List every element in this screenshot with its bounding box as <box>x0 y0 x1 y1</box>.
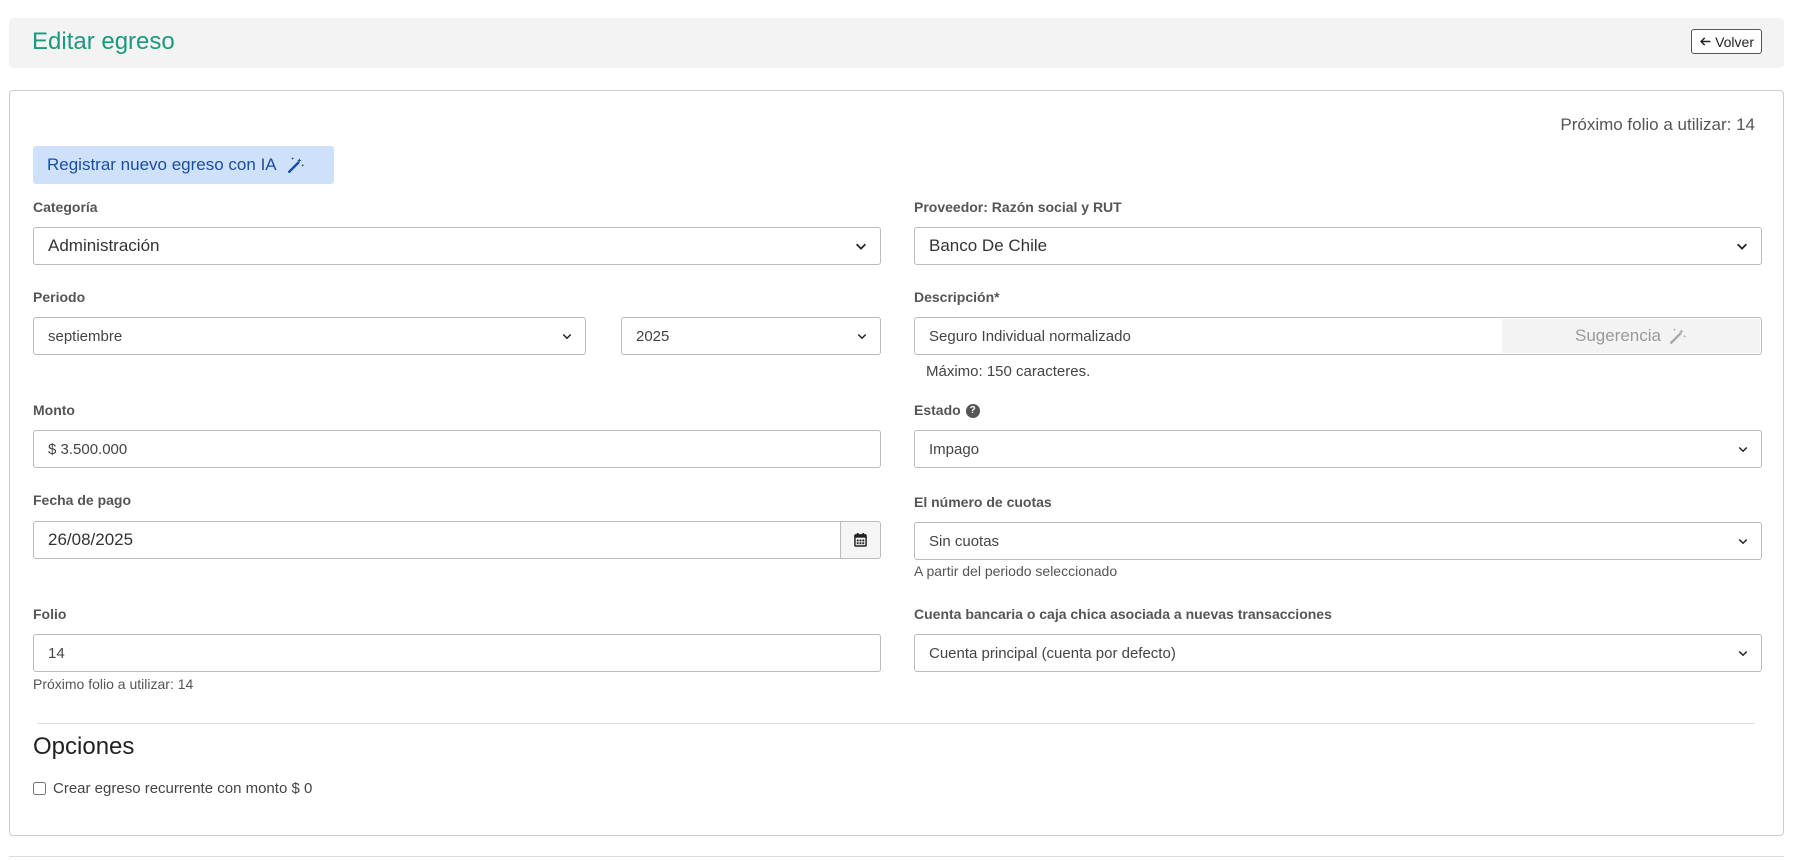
periodo-year-select[interactable]: 2025 <box>621 317 881 355</box>
folio-help: Próximo folio a utilizar: 14 <box>33 676 194 692</box>
next-folio-info: Próximo folio a utilizar: 14 <box>1560 115 1755 134</box>
page-bottom-divider <box>9 856 1784 857</box>
options-title: Opciones <box>33 733 135 760</box>
periodo-label: Periodo <box>33 289 86 305</box>
register-with-ai-button[interactable]: Registrar nuevo egreso con IA <box>33 146 334 184</box>
descripcion-value: Seguro Individual normalizado <box>929 327 1131 345</box>
suggest-label: Sugerencia <box>1574 326 1661 345</box>
descripcion-help: Máximo: 150 caracteres. <box>926 363 1091 380</box>
chevron-down-icon <box>1738 538 1748 545</box>
chevron-down-icon <box>1737 243 1747 250</box>
page-header: Editar egreso Volver <box>9 18 1784 68</box>
cuotas-label: El número de cuotas <box>914 494 1052 510</box>
cuenta-select[interactable]: Cuenta principal (cuenta por defecto) <box>914 634 1762 672</box>
monto-value: $ 3.500.000 <box>48 440 128 458</box>
register-with-ai-label: Registrar nuevo egreso con IA <box>47 155 277 174</box>
periodo-month-select[interactable]: septiembre <box>33 317 586 355</box>
categoria-select[interactable]: Administración <box>33 227 881 265</box>
fecha-pago-value: 26/08/2025 <box>48 530 134 549</box>
recurring-checkbox[interactable] <box>33 782 46 795</box>
descripcion-label: Descripción* <box>914 289 1000 305</box>
section-divider <box>37 723 1755 724</box>
calendar-button[interactable] <box>840 521 881 559</box>
question-circle-icon[interactable]: ? <box>965 404 980 419</box>
chevron-down-icon <box>1738 446 1748 453</box>
magic-wand-icon <box>287 157 304 173</box>
page-title: Editar egreso <box>32 28 175 55</box>
estado-label: Estado? <box>914 402 980 419</box>
fecha-pago-input[interactable]: 26/08/2025 <box>33 521 841 559</box>
periodo-month-value: septiembre <box>48 327 123 345</box>
estado-value: Impago <box>929 440 980 458</box>
expense-form-card: Próximo folio a utilizar: 14 Registrar n… <box>9 90 1784 836</box>
cuotas-help: A partir del periodo seleccionado <box>914 563 1118 579</box>
folio-label: Folio <box>33 606 67 622</box>
descripcion-input[interactable]: Seguro Individual normalizado Sugerencia <box>914 317 1762 355</box>
periodo-year-value: 2025 <box>636 327 670 345</box>
back-button[interactable]: Volver <box>1691 29 1762 54</box>
chevron-down-icon <box>857 333 867 340</box>
arrow-left-icon <box>1700 37 1711 46</box>
fecha-pago-label: Fecha de pago <box>33 492 132 508</box>
calendar-icon <box>854 533 867 547</box>
cuenta-label: Cuenta bancaria o caja chica asociada a … <box>914 606 1332 622</box>
magic-wand-icon <box>1670 328 1687 344</box>
monto-label: Monto <box>33 402 75 418</box>
folio-input[interactable]: 14 <box>33 634 881 672</box>
cuotas-value: Sin cuotas <box>929 532 1000 550</box>
folio-value: 14 <box>48 644 65 662</box>
monto-input[interactable]: $ 3.500.000 <box>33 430 881 468</box>
estado-select[interactable]: Impago <box>914 430 1762 468</box>
recurring-label: Crear egreso recurrente con monto $ 0 <box>53 780 313 797</box>
proveedor-select[interactable]: Banco De Chile <box>914 227 1762 265</box>
proveedor-value: Banco De Chile <box>929 236 1048 255</box>
suggest-button[interactable]: Sugerencia <box>1502 319 1760 353</box>
categoria-value: Administración <box>48 236 160 255</box>
back-button-label: Volver <box>1715 33 1754 50</box>
recurring-option[interactable]: Crear egreso recurrente con monto $ 0 <box>33 780 312 797</box>
proveedor-label: Proveedor: Razón social y RUT <box>914 199 1122 215</box>
categoria-label: Categoría <box>33 199 98 215</box>
chevron-down-icon <box>562 333 572 340</box>
cuotas-select[interactable]: Sin cuotas <box>914 522 1762 560</box>
cuenta-value: Cuenta principal (cuenta por defecto) <box>929 644 1176 662</box>
estado-label-text: Estado <box>914 402 961 418</box>
chevron-down-icon <box>856 243 866 250</box>
chevron-down-icon <box>1738 650 1748 657</box>
